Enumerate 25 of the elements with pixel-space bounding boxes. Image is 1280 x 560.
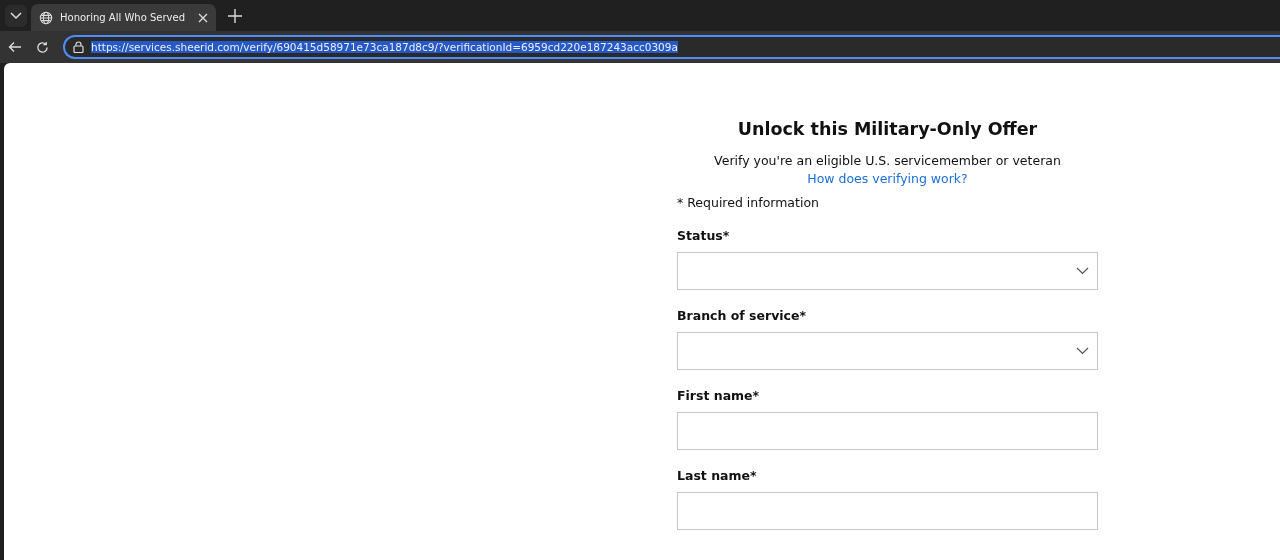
- dropdown-field[interactable]: [677, 332, 1098, 370]
- field-label: Branch of service*: [677, 308, 807, 323]
- field-label: Last name*: [677, 468, 758, 483]
- lock-icon: [73, 41, 84, 53]
- chevron-down-icon: [1076, 347, 1089, 355]
- browser-tab[interactable]: Honoring All Who Served: [31, 4, 216, 31]
- help-link[interactable]: How does verifying work?: [807, 171, 968, 186]
- url-text: https://services.sheerid.com/verify/690415d58971e73ca187d8c9/?verificationId=6959cd220e187243acc0309a: [91, 41, 678, 53]
- chevron-down-icon: [10, 11, 22, 20]
- required-note: * Required information: [677, 195, 820, 210]
- address-field[interactable]: https://services.sheerid.com/verify/690415d58971e73ca187d8c9/?verificationId=6959cd220e187243acc0309a: [63, 35, 1280, 59]
- form-title: Unlock this Military-Only Offer: [736, 119, 1039, 139]
- form-subtitle: Verify you're an eligible U.S. servicemember or veteran: [713, 153, 1062, 168]
- globe-icon: [39, 10, 53, 25]
- tab-list-button[interactable]: [5, 4, 27, 27]
- back-arrow-icon[interactable]: [8, 41, 22, 53]
- input-field[interactable]: [677, 412, 1098, 450]
- input-field[interactable]: [677, 492, 1098, 530]
- field-label: First name*: [677, 388, 761, 403]
- close-icon[interactable]: [198, 12, 208, 23]
- dropdown-field[interactable]: [677, 252, 1098, 290]
- new-tab-icon[interactable]: [228, 8, 242, 23]
- chevron-down-icon: [1076, 267, 1089, 275]
- reload-icon[interactable]: [36, 40, 49, 54]
- field-label: Status*: [677, 228, 731, 243]
